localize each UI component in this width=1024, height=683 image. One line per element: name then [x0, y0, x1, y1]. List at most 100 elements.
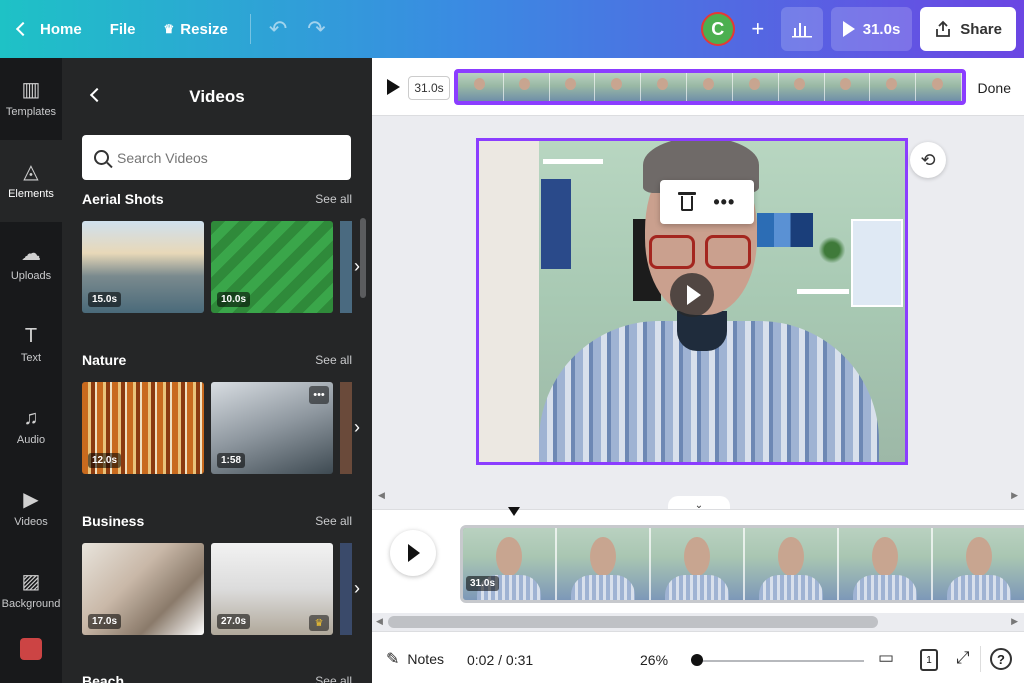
- video-thumbnail[interactable]: ••• 1:58: [211, 382, 333, 474]
- video-thumbnail[interactable]: 10.0s: [211, 221, 333, 313]
- grid-view-icon[interactable]: ▭: [878, 648, 894, 668]
- film-frame: [641, 73, 688, 101]
- video-thumbnail[interactable]: 12.0s: [82, 382, 204, 474]
- scroll-left-icon[interactable]: ◀: [378, 490, 385, 501]
- section-title: Business: [82, 513, 145, 529]
- zoom-level[interactable]: 26%: [640, 652, 668, 668]
- search-box[interactable]: [82, 135, 351, 180]
- user-avatar[interactable]: C: [700, 12, 735, 46]
- video-thumbnail[interactable]: 17.0s: [82, 543, 204, 635]
- notes-pencil-icon: ✎: [386, 651, 400, 668]
- video-thumbnail[interactable]: 15.0s: [82, 221, 204, 313]
- section-header: Beach See all: [82, 671, 352, 683]
- nav-label: Background: [1, 598, 61, 610]
- timeline-play-button[interactable]: [390, 530, 436, 576]
- thumbnail-row: 15.0s 10.0s ›: [82, 221, 360, 313]
- help-icon[interactable]: ?: [990, 648, 1012, 670]
- timeline-scrollbar[interactable]: ◀ ▶: [372, 613, 1024, 631]
- nav-item-background[interactable]: ▨ Background: [0, 550, 62, 632]
- timeline-clip[interactable]: [460, 525, 1024, 603]
- nav-label: Elements: [8, 188, 54, 200]
- more-options-icon[interactable]: •••: [309, 386, 329, 404]
- more-options-icon[interactable]: •••: [713, 192, 735, 213]
- section-header: Business See all: [82, 511, 352, 531]
- fullscreen-icon[interactable]: ⤢: [956, 648, 970, 668]
- share-button[interactable]: Share: [920, 7, 1016, 51]
- film-frame: [916, 73, 962, 101]
- canva-video-editor: Home File ♛ Resize ↶ ↷ C + 31.0s Share ▥…: [0, 0, 1024, 683]
- scroll-left-icon[interactable]: ◀: [376, 616, 383, 627]
- panel-header: Videos: [62, 58, 372, 136]
- scene-wall: [479, 141, 539, 462]
- chevron-right-icon[interactable]: ›: [350, 412, 364, 442]
- redo-icon[interactable]: ↷: [297, 16, 335, 42]
- share-label: Share: [960, 20, 1002, 38]
- footer-divider: [980, 646, 981, 672]
- upload-cloud-icon: ☁: [21, 243, 41, 265]
- file-label: File: [109, 20, 136, 38]
- nav-item-videos[interactable]: ▶ Videos: [0, 468, 62, 550]
- nav-item-text[interactable]: T Text: [0, 304, 62, 386]
- nav-item-uploads[interactable]: ☁ Uploads: [0, 222, 62, 304]
- file-menu-button[interactable]: File: [96, 9, 150, 49]
- scroll-right-icon[interactable]: ▶: [1011, 490, 1018, 501]
- resize-button[interactable]: ♛ Resize: [150, 9, 242, 49]
- duration-badge: 12.0s: [88, 453, 122, 468]
- trash-icon[interactable]: [677, 192, 696, 212]
- plus-icon: +: [751, 16, 765, 41]
- video-thumbnail[interactable]: 27.0s ♛: [211, 543, 333, 635]
- playhead-marker[interactable]: [508, 507, 520, 516]
- section-title: Aerial Shots: [82, 191, 164, 207]
- clip-duration-badge: 31.0s: [466, 576, 500, 591]
- present-play-button[interactable]: 31.0s: [830, 7, 913, 51]
- notes-button[interactable]: ✎ Notes: [386, 649, 444, 669]
- nav-item-elements[interactable]: ◬ Elements: [0, 140, 62, 222]
- home-button[interactable]: Home: [0, 9, 96, 49]
- scene-shelf: [797, 289, 849, 294]
- see-all-link[interactable]: See all: [315, 674, 352, 683]
- back-chevron-icon[interactable]: [89, 87, 105, 103]
- playback-time: 0:02 / 0:31: [467, 652, 534, 668]
- scene-person-neck: [677, 311, 727, 351]
- undo-icon[interactable]: ↶: [259, 16, 297, 42]
- zoom-slider-knob[interactable]: [691, 654, 703, 666]
- duration-badge: 27.0s: [217, 614, 251, 629]
- nav-label: Audio: [16, 434, 46, 446]
- search-icon: [94, 150, 109, 165]
- done-button[interactable]: Done: [978, 80, 1011, 96]
- background-pattern-icon: ▨: [21, 571, 41, 593]
- page-count-icon[interactable]: 1: [920, 649, 938, 671]
- rotate-icon[interactable]: ⟲: [910, 142, 946, 178]
- nav-item-more-apps[interactable]: [20, 638, 42, 660]
- nav-item-audio[interactable]: ♫ Audio: [0, 386, 62, 468]
- play-duration: 31.0s: [862, 20, 901, 38]
- search-input[interactable]: [117, 149, 317, 166]
- see-all-link[interactable]: See all: [315, 192, 352, 206]
- film-frame: [778, 73, 825, 101]
- trim-filmstrip[interactable]: [454, 69, 966, 105]
- shapes-icon: ◬: [23, 161, 39, 183]
- film-frame: [595, 73, 642, 101]
- scroll-right-icon[interactable]: ▶: [1011, 616, 1018, 627]
- chevron-right-icon[interactable]: ›: [350, 573, 364, 603]
- play-icon[interactable]: [387, 79, 400, 95]
- add-collaborator-button[interactable]: +: [743, 7, 773, 51]
- panel-scrollbar[interactable]: [360, 218, 366, 298]
- scrollbar-thumb[interactable]: [388, 616, 878, 628]
- top-bar-right: C + 31.0s Share: [700, 0, 1024, 58]
- see-all-link[interactable]: See all: [315, 353, 352, 367]
- home-label: Home: [40, 20, 82, 38]
- insights-button[interactable]: [780, 7, 823, 51]
- scene-glasses: [649, 235, 751, 269]
- section-title: Nature: [82, 352, 127, 368]
- nav-item-templates[interactable]: ▥ Templates: [0, 58, 62, 140]
- thumbnail-row: 17.0s 27.0s ♛ ›: [82, 543, 360, 635]
- video-play-overlay[interactable]: [670, 273, 714, 317]
- zoom-slider-track[interactable]: [694, 660, 864, 662]
- section-beach: Beach See all: [82, 671, 352, 683]
- film-frame: [557, 528, 651, 600]
- see-all-link[interactable]: See all: [315, 514, 352, 528]
- template-icon: ▥: [21, 79, 41, 101]
- toolbar-divider: [249, 14, 251, 44]
- duration-badge: 10.0s: [217, 292, 251, 307]
